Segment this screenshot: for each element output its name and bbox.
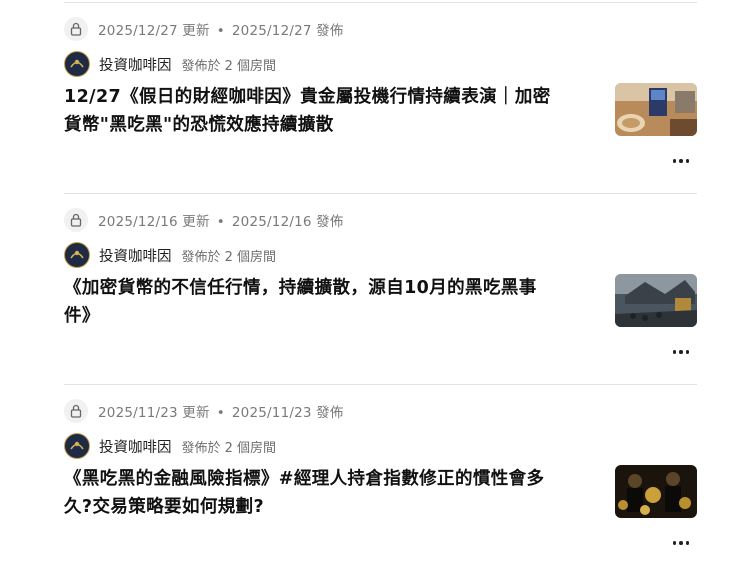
post-title[interactable]: 《黑吃黑的金融風險指標》#經理人持倉指數修正的慣性會多 久?交易策略要如何規劃?: [64, 465, 594, 521]
rooms-count: 發佈於 2 個房間: [181, 249, 277, 265]
gold-coins-men-thumbnail[interactable]: [615, 465, 697, 518]
updated-date: 2025/11/23 更新: [98, 405, 210, 421]
author-row: 投資咖啡因 發佈於 2 個房間: [64, 433, 276, 459]
author-row: 投資咖啡因 發佈於 2 個房間: [64, 51, 276, 77]
post-dates: 2025/12/27 更新 • 2025/12/27 發佈: [98, 19, 344, 39]
rooms-count: 發佈於 2 個房間: [181, 58, 277, 74]
avatar[interactable]: [64, 433, 90, 459]
author-name[interactable]: 投資咖啡因: [99, 54, 172, 75]
published-date: 2025/11/23 發佈: [231, 405, 344, 421]
post-title-line: 《黑吃黑的金融風險指標》#經理人持倉指數修正的慣性會多: [64, 469, 545, 489]
cafe-interior-thumbnail[interactable]: [615, 83, 697, 136]
separator: •: [216, 214, 225, 230]
post-title[interactable]: 12/27《假日的財經咖啡因》貴金屬投機行情持續表演｜加密 貨幣"黑吃黑"的恐慌…: [64, 83, 594, 139]
lock-icon: [64, 208, 88, 232]
lock-icon: [64, 17, 88, 41]
post-meta: 2025/12/16 更新 • 2025/12/16 發佈: [64, 208, 344, 232]
post-card[interactable]: 2025/12/27 更新 • 2025/12/27 發佈 投資咖啡因 發佈於 2 …: [64, 3, 697, 177]
post-title-line: 12/27《假日的財經咖啡因》貴金屬投機行情持續表演｜加密: [64, 87, 551, 107]
separator: •: [216, 23, 225, 39]
post-meta: 2025/11/23 更新 • 2025/11/23 發佈: [64, 399, 344, 423]
post-card[interactable]: 2025/11/23 更新 • 2025/11/23 發佈 投資咖啡因 發佈於 2 …: [64, 385, 697, 559]
avatar[interactable]: [64, 242, 90, 268]
avatar[interactable]: [64, 51, 90, 77]
post-meta: 2025/12/27 更新 • 2025/12/27 發佈: [64, 17, 344, 41]
post-dates: 2025/12/16 更新 • 2025/12/16 發佈: [98, 210, 344, 230]
post-title-line: 久?交易策略要如何規劃?: [64, 497, 265, 517]
updated-date: 2025/12/27 更新: [98, 23, 210, 39]
author-name[interactable]: 投資咖啡因: [99, 245, 172, 266]
post-title-line: 《加密貨幣的不信任行情，持續擴散，源自10月的黑吃黑事: [64, 278, 537, 298]
battle-scene-thumbnail[interactable]: [615, 274, 697, 327]
more-options-button[interactable]: [668, 153, 694, 169]
author-name[interactable]: 投資咖啡因: [99, 436, 172, 457]
separator: •: [216, 405, 225, 421]
updated-date: 2025/12/16 更新: [98, 214, 210, 230]
post-card[interactable]: 2025/12/16 更新 • 2025/12/16 發佈 投資咖啡因 發佈於 2 …: [64, 194, 697, 368]
lock-icon: [64, 399, 88, 423]
published-date: 2025/12/27 發佈: [231, 23, 344, 39]
post-dates: 2025/11/23 更新 • 2025/11/23 發佈: [98, 401, 344, 421]
post-feed: 2025/12/27 更新 • 2025/12/27 發佈 投資咖啡因 發佈於 2 …: [0, 0, 740, 568]
more-options-button[interactable]: [668, 535, 694, 551]
post-title-line: 件》: [64, 306, 100, 326]
rooms-count: 發佈於 2 個房間: [181, 440, 277, 456]
post-title[interactable]: 《加密貨幣的不信任行情，持續擴散，源自10月的黑吃黑事 件》: [64, 274, 594, 330]
author-row: 投資咖啡因 發佈於 2 個房間: [64, 242, 276, 268]
more-options-button[interactable]: [668, 344, 694, 360]
published-date: 2025/12/16 發佈: [231, 214, 344, 230]
post-title-line: 貨幣"黑吃黑"的恐慌效應持續擴散: [64, 115, 334, 135]
